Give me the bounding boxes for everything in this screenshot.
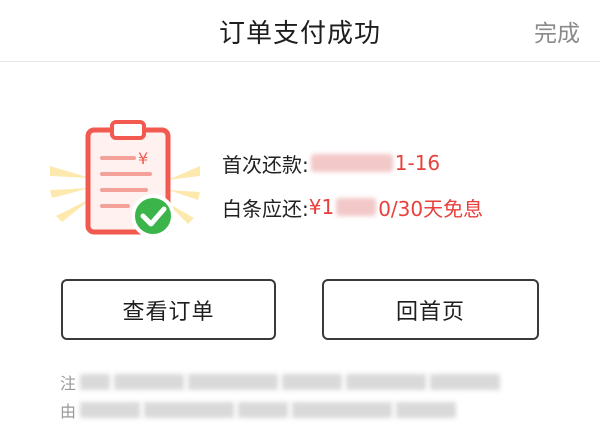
redacted-notice-2	[80, 402, 457, 418]
baitiao-value: ¥1 0/30天免息	[309, 193, 483, 222]
baitiao-row: 白条应还: ¥1 0/30天免息	[222, 185, 483, 229]
first-repayment-row: 首次还款: 1-16	[222, 141, 483, 185]
baitiao-label: 白条应还:	[222, 196, 309, 221]
redacted-date	[310, 154, 393, 172]
first-repayment-value: 1-16	[309, 151, 440, 175]
notice-line-2: 由	[60, 396, 550, 424]
baitiao-value-prefix: ¥1	[308, 195, 335, 219]
redacted-notice-1	[80, 374, 501, 390]
done-button[interactable]: 完成	[534, 14, 580, 48]
notice-line-2-start: 由	[60, 402, 77, 421]
page-title: 订单支付成功	[218, 19, 381, 49]
view-order-button[interactable]: 查看订单	[61, 279, 276, 340]
notice-line-1-start: 注	[60, 374, 77, 393]
top-bar: 订单支付成功 完成	[0, 0, 600, 62]
payment-info: 首次还款: 1-16 白条应还: ¥1 0/30天免息	[222, 141, 483, 229]
notice-text: 注 由	[60, 368, 550, 424]
notice-line-1: 注	[60, 368, 550, 396]
baitiao-value-suffix: 0/30天免息	[378, 196, 484, 221]
payment-success-illustration: ¥	[50, 118, 200, 248]
first-repayment-label: 首次还款:	[222, 152, 309, 177]
first-repayment-value-suffix: 1-16	[394, 151, 441, 175]
back-home-button[interactable]: 回首页	[322, 279, 539, 340]
svg-text:¥: ¥	[138, 149, 148, 168]
redacted-amount	[336, 198, 377, 216]
clipboard-check-icon: ¥	[50, 120, 200, 238]
